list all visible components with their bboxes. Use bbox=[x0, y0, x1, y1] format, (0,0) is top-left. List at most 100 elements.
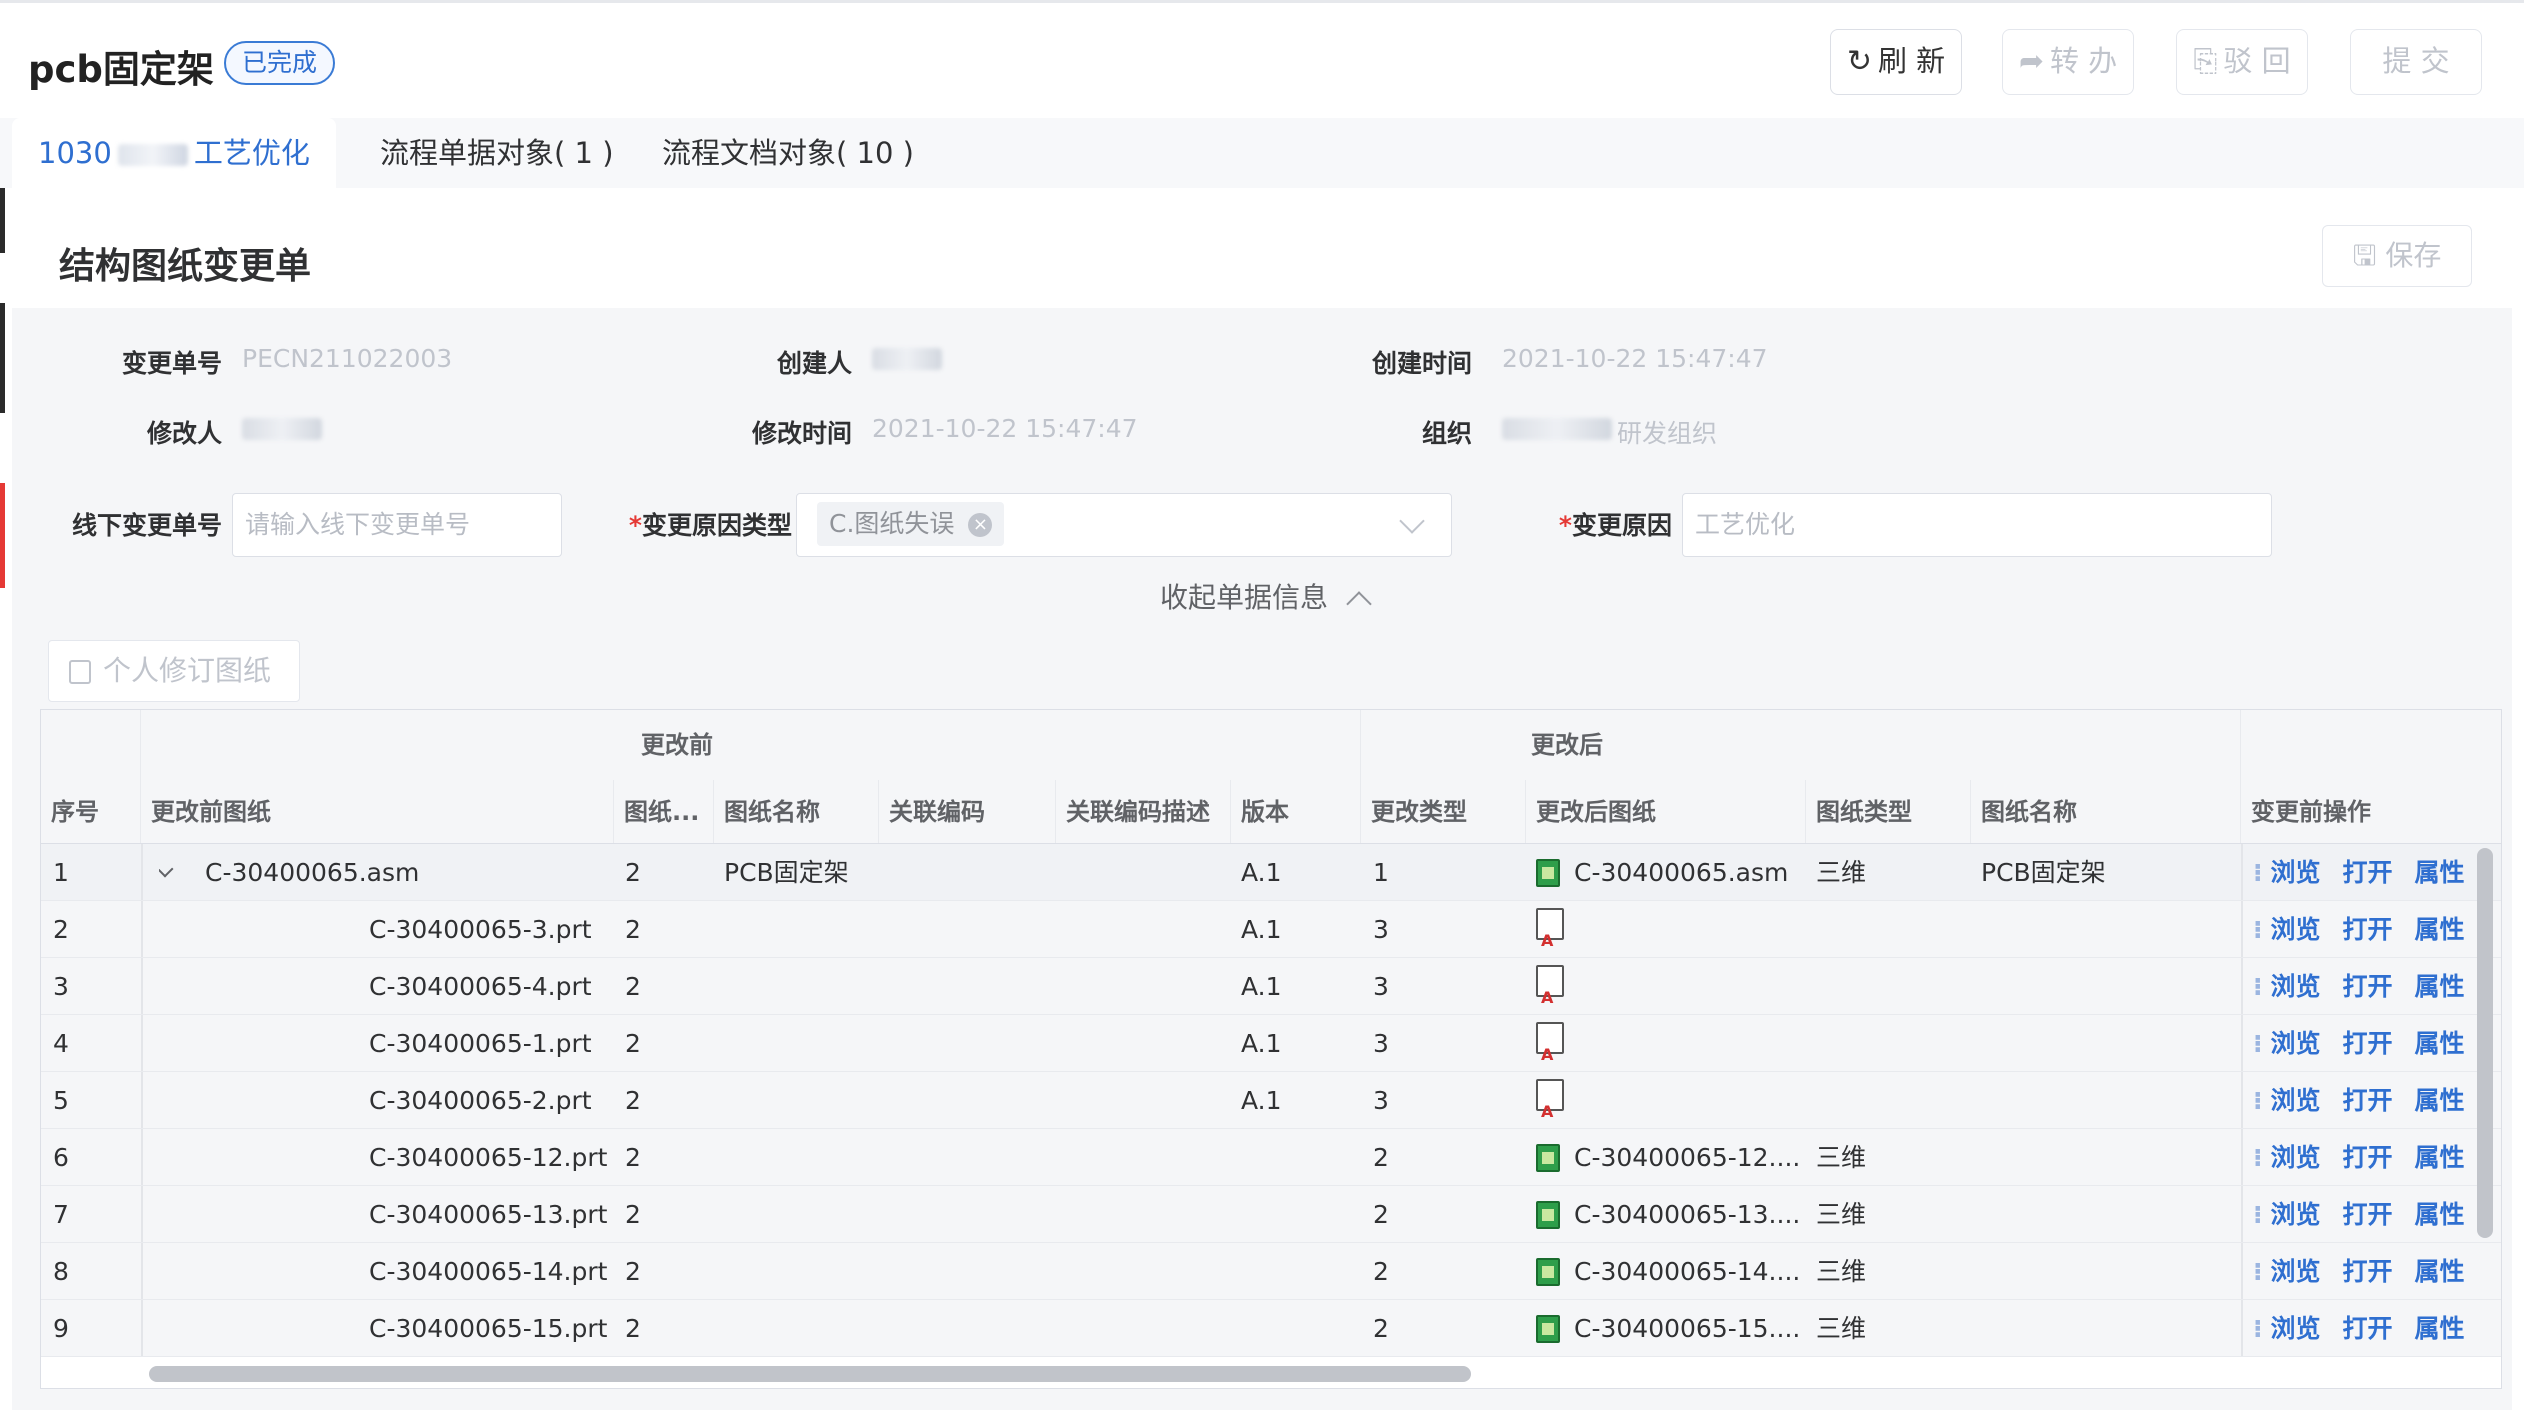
change-type: 2 bbox=[1373, 1314, 1389, 1343]
tab-process[interactable]: 1030 工艺优化 bbox=[12, 118, 336, 188]
open-link[interactable]: 打开 bbox=[2343, 1314, 2393, 1343]
row-no: 1 bbox=[53, 858, 69, 887]
col-change-type[interactable]: 更改类型 bbox=[1361, 780, 1526, 843]
horizontal-scrollbar[interactable] bbox=[149, 1366, 1471, 1382]
properties-link[interactable]: 属性 bbox=[2415, 1257, 2465, 1286]
truncated-action: ⁝ bbox=[2253, 1200, 2263, 1229]
reject-button[interactable]: ⎘ 驳 回 bbox=[2176, 29, 2308, 95]
personal-revise-button[interactable]: 个人修订图纸 bbox=[48, 640, 300, 702]
col-after-name[interactable]: 图纸名称 bbox=[1971, 780, 2241, 843]
qty: 2 bbox=[625, 1086, 641, 1115]
row-actions: ⁝ 浏览 打开 属性 bbox=[2253, 1129, 2465, 1186]
pdf-doc-icon[interactable] bbox=[1536, 1022, 1564, 1072]
col-drawing-name[interactable]: 图纸名称 bbox=[714, 780, 879, 843]
row-actions: ⁝ 浏览 打开 属性 bbox=[2253, 1015, 2465, 1072]
open-link[interactable]: 打开 bbox=[2343, 915, 2393, 944]
qty: 2 bbox=[625, 1314, 641, 1343]
open-link[interactable]: 打开 bbox=[2343, 1200, 2393, 1229]
properties-link[interactable]: 属性 bbox=[2415, 1029, 2465, 1058]
save-button[interactable]: 🖫 保存 bbox=[2322, 225, 2472, 287]
before-drawing: C-30400065-14.prt bbox=[369, 1257, 608, 1286]
reason-label: *变更原因 bbox=[1558, 511, 1672, 540]
browse-link[interactable]: 浏览 bbox=[2271, 972, 2321, 1001]
pdf-doc-icon[interactable] bbox=[1536, 1079, 1564, 1129]
save-icon: 🖫 bbox=[2352, 239, 2377, 272]
refresh-icon: ↻ bbox=[1846, 44, 1872, 79]
change-type: 3 bbox=[1373, 1086, 1389, 1115]
col-version[interactable]: 版本 bbox=[1231, 780, 1361, 843]
table-row[interactable]: 7 C-30400065-13.prt 2 2 C-30400065-13.... 三维 ⁝… bbox=[41, 1186, 2501, 1243]
transfer-button[interactable]: ➦ 转 办 bbox=[2002, 29, 2134, 95]
table-row[interactable]: 8 C-30400065-14.prt 2 2 C-30400065-14.... 三维 ⁝… bbox=[41, 1243, 2501, 1300]
col-related-code[interactable]: 关联编码 bbox=[879, 780, 1056, 843]
after-drawing bbox=[1536, 958, 1564, 1015]
table-row[interactable]: 5 C-30400065-2.prt 2 A.1 3 ⁝ 浏览打开属性 bbox=[41, 1072, 2501, 1129]
submit-button[interactable]: 提 交 bbox=[2350, 29, 2482, 95]
change-type: 3 bbox=[1373, 1029, 1389, 1058]
offline-no-input[interactable]: 请输入线下变更单号 bbox=[232, 493, 562, 557]
table-row[interactable]: 9 C-30400065-15.prt 2 2 C-30400065-15.... 三维 ⁝… bbox=[41, 1300, 2501, 1357]
modifier-value-redacted bbox=[242, 418, 322, 440]
pdf-doc-icon[interactable] bbox=[1536, 908, 1564, 958]
browse-link[interactable]: 浏览 bbox=[2271, 915, 2321, 944]
col-before-drawing[interactable]: 更改前图纸 bbox=[141, 780, 614, 843]
tab-process-documents-object[interactable]: 流程单据对象( 1 ) bbox=[354, 118, 640, 188]
open-link[interactable]: 打开 bbox=[2343, 1029, 2393, 1058]
pdf-doc-icon[interactable] bbox=[1536, 965, 1564, 1015]
browse-link[interactable]: 浏览 bbox=[2271, 1143, 2321, 1172]
properties-link[interactable]: 属性 bbox=[2415, 1314, 2465, 1343]
table-row[interactable]: 6 C-30400065-12.prt 2 2 C-30400065-12.... 三维 ⁝… bbox=[41, 1129, 2501, 1186]
clear-tag-icon[interactable]: × bbox=[968, 513, 993, 537]
refresh-button[interactable]: ↻ 刷 新 bbox=[1830, 29, 1962, 95]
browse-link[interactable]: 浏览 bbox=[2271, 1086, 2321, 1115]
open-link[interactable]: 打开 bbox=[2343, 1257, 2393, 1286]
table-row[interactable]: 1 C-30400065.asm 2 PCB固定架 A.1 1 C-30400065.asm… bbox=[41, 844, 2501, 901]
open-link[interactable]: 打开 bbox=[2343, 858, 2393, 887]
browse-link[interactable]: 浏览 bbox=[2271, 858, 2321, 887]
org-value-redacted bbox=[1502, 418, 1612, 440]
properties-link[interactable]: 属性 bbox=[2415, 1143, 2465, 1172]
browse-link[interactable]: 浏览 bbox=[2271, 1029, 2321, 1058]
reason-input[interactable]: 工艺优化 bbox=[1682, 493, 2272, 557]
browse-link[interactable]: 浏览 bbox=[2271, 1257, 2321, 1286]
collapse-info-toggle[interactable]: 收起单据信息 bbox=[1160, 576, 1372, 617]
properties-link[interactable]: 属性 bbox=[2415, 1200, 2465, 1229]
col-no[interactable]: 序号 bbox=[41, 780, 141, 843]
row-no: 3 bbox=[53, 972, 69, 1001]
col-after-drawing[interactable]: 更改后图纸 bbox=[1526, 780, 1806, 843]
col-drawing-type[interactable]: 图纸类型 bbox=[1806, 780, 1971, 843]
vertical-scrollbar[interactable] bbox=[2477, 848, 2493, 1238]
properties-link[interactable]: 属性 bbox=[2415, 915, 2465, 944]
truncated-action: ⁝ bbox=[2253, 972, 2263, 1001]
creator-label: 创建人 bbox=[776, 349, 852, 378]
properties-link[interactable]: 属性 bbox=[2415, 972, 2465, 1001]
created-time-value: 2021-10-22 15:47:47 bbox=[1502, 344, 1768, 373]
before-drawing: C-30400065-4.prt bbox=[369, 972, 592, 1001]
change-type: 3 bbox=[1373, 972, 1389, 1001]
group-before: 更改前 bbox=[141, 710, 1361, 780]
open-link[interactable]: 打开 bbox=[2343, 1143, 2393, 1172]
open-link[interactable]: 打开 bbox=[2343, 972, 2393, 1001]
properties-link[interactable]: 属性 bbox=[2415, 858, 2465, 887]
row-actions: ⁝ 浏览 打开 属性 bbox=[2253, 1072, 2465, 1129]
reason-type-select[interactable]: C.图纸失误 × bbox=[796, 493, 1452, 557]
chevron-down-icon bbox=[1399, 508, 1425, 534]
reason-type-label: *变更原因类型 bbox=[628, 511, 792, 540]
expand-chevron-icon[interactable] bbox=[159, 860, 174, 878]
table-row[interactable]: 2 C-30400065-3.prt 2 A.1 3 ⁝ 浏览打开属性 bbox=[41, 901, 2501, 958]
org-value: 研发组织 bbox=[1617, 419, 1718, 448]
properties-link[interactable]: 属性 bbox=[2415, 1086, 2465, 1115]
cad-file-icon bbox=[1536, 1258, 1560, 1286]
tab-process-files-object[interactable]: 流程文档对象( 10 ) bbox=[636, 118, 940, 188]
change-type: 2 bbox=[1373, 1200, 1389, 1229]
table-row[interactable]: 4 C-30400065-1.prt 2 A.1 3 ⁝ 浏览打开属性 bbox=[41, 1015, 2501, 1072]
table-row[interactable]: 3 C-30400065-4.prt 2 A.1 3 ⁝ 浏览打开属性 bbox=[41, 958, 2501, 1015]
col-related-desc[interactable]: 关联编码描述 bbox=[1056, 780, 1231, 843]
col-qty[interactable]: 图纸... bbox=[614, 780, 714, 843]
status-badge: 已完成 bbox=[224, 41, 336, 85]
browse-link[interactable]: 浏览 bbox=[2271, 1200, 2321, 1229]
open-link[interactable]: 打开 bbox=[2343, 1086, 2393, 1115]
row-actions: ⁝ 浏览 打开 属性 bbox=[2253, 1300, 2465, 1357]
browse-link[interactable]: 浏览 bbox=[2271, 1314, 2321, 1343]
creator-value-redacted bbox=[872, 348, 942, 370]
